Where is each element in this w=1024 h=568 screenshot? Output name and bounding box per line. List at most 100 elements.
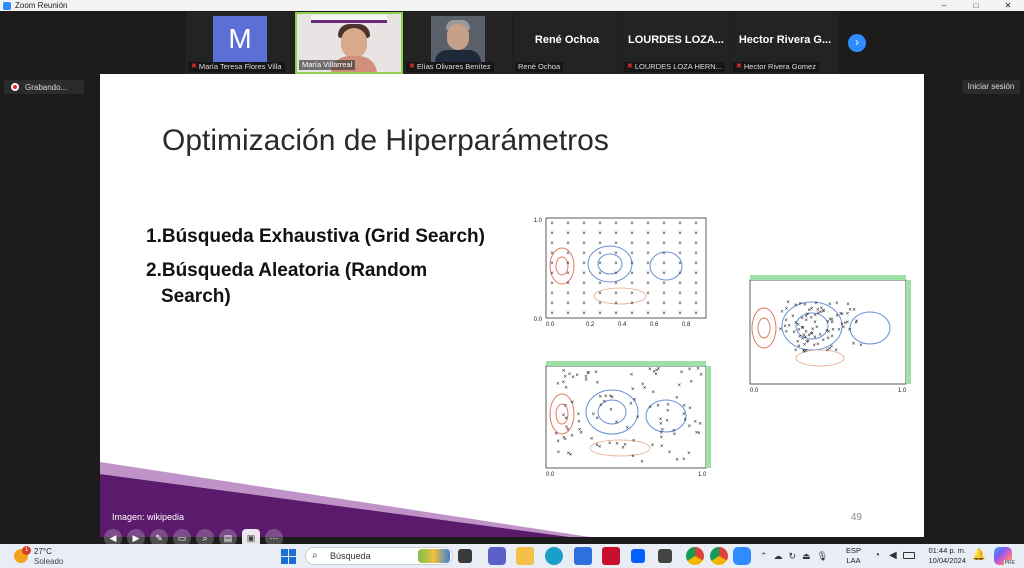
participant-tile[interactable]: Hector Rivera G... ✖ Hector Rivera Gomez <box>731 12 839 74</box>
plot-sample-mark: × <box>614 261 618 267</box>
weather-widget[interactable]: 1 27°C Soleado <box>14 546 74 566</box>
speaker-icon[interactable]: ◀ <box>889 550 897 561</box>
start-menu-icon[interactable] <box>279 547 297 565</box>
folder-icon[interactable] <box>658 549 672 563</box>
plot-sample-mark: × <box>826 336 830 342</box>
svg-text:0.0: 0.0 <box>546 472 555 478</box>
plot-sample-mark: × <box>592 412 596 418</box>
plot-sample-mark: × <box>614 291 618 297</box>
participant-tile[interactable]: René Ochoa René Ochoa <box>513 12 621 74</box>
participant-name: Hector Rivera Gomez <box>743 62 816 71</box>
participant-strip: M ✖ María Teresa Flores Villa María Vill… <box>186 12 839 74</box>
dropbox-icon[interactable] <box>631 549 645 563</box>
title-bar: Zoom Reunión – □ ✕ <box>0 0 1024 11</box>
language-indicator[interactable]: ESP LAA <box>846 546 861 566</box>
plot-sample-mark: × <box>631 454 635 460</box>
file-explorer-icon[interactable] <box>516 547 534 565</box>
plot-sample-mark: × <box>854 321 858 327</box>
plot-sample-mark: × <box>662 281 666 287</box>
plot-sample-mark: × <box>630 271 634 277</box>
plot-sample-mark: × <box>662 261 666 267</box>
plot-sample-mark: × <box>810 307 814 313</box>
preview-badge: PRE <box>1003 560 1016 566</box>
plot-sample-mark: × <box>859 343 863 349</box>
sync-icon[interactable]: ↻ <box>789 551 797 562</box>
notification-bell-icon[interactable]: 🔔 <box>972 548 986 561</box>
wifi-icon[interactable]: ◔ <box>874 550 880 561</box>
svg-text:0.0: 0.0 <box>534 317 543 323</box>
notification-badge: 1 <box>22 546 31 555</box>
plot-sample-mark: × <box>837 328 841 334</box>
svg-text:1.0: 1.0 <box>534 218 543 224</box>
plot-sample-mark: × <box>630 231 634 237</box>
plot-sample-mark: × <box>556 381 560 387</box>
plot-sample-mark: × <box>564 403 568 409</box>
plot-sample-mark: × <box>598 301 602 307</box>
plot-sample-mark: × <box>575 373 579 379</box>
teams-icon[interactable] <box>488 547 506 565</box>
plot-sample-mark: × <box>582 291 586 297</box>
plot-sample-mark: × <box>818 332 822 338</box>
plot-sample-mark: × <box>822 309 826 315</box>
plot-sample-mark: × <box>569 452 573 458</box>
plot-sample-mark: × <box>682 457 686 463</box>
next-participants-button[interactable]: › <box>848 34 866 52</box>
participant-tile[interactable]: M ✖ María Teresa Flores Villa <box>186 12 294 74</box>
microphone-icon[interactable]: 🎙 <box>817 551 828 562</box>
chrome-profile-icon[interactable] <box>710 547 728 565</box>
plot-sample-mark: × <box>694 301 698 307</box>
usb-icon[interactable]: ⏏ <box>802 551 811 562</box>
slide-page-number: 49 <box>850 512 862 523</box>
maximize-button[interactable]: □ <box>960 0 992 11</box>
plot-sample-mark: × <box>662 301 666 307</box>
copilot-icon[interactable]: PRE <box>994 547 1016 566</box>
plot-sample-mark: × <box>566 291 570 297</box>
plot-sample-mark: × <box>646 241 650 247</box>
chrome-icon[interactable] <box>686 547 704 565</box>
plot-sample-mark: × <box>615 442 619 448</box>
participant-tile-speaking[interactable]: María Villarreal <box>295 12 403 74</box>
edge-icon[interactable] <box>545 547 563 565</box>
recording-indicator[interactable]: Grabando... <box>4 80 84 94</box>
plot-sample-mark: × <box>697 431 701 437</box>
plot-sample-mark: × <box>646 301 650 307</box>
zoom-taskbar-icon[interactable] <box>733 547 751 565</box>
close-button[interactable]: ✕ <box>992 0 1024 11</box>
participant-tile[interactable]: ✖ Elías Olivares Benítez <box>404 12 512 74</box>
system-clock[interactable]: 01:44 p. m. 10/04/2024 <box>924 546 966 566</box>
plot-sample-mark: × <box>582 241 586 247</box>
plot-sample-mark: × <box>678 231 682 237</box>
plot-sample-mark: × <box>646 311 650 317</box>
plot-sample-mark: × <box>835 301 839 307</box>
plot-sample-mark: × <box>630 291 634 297</box>
system-tray: ⌃ ☁ ↻ ⏏ 🎙 <box>760 547 828 565</box>
bullet-continuation: Search) <box>161 286 231 307</box>
plot-sample-mark: × <box>621 446 625 452</box>
cloud-icon[interactable]: ☁ <box>774 551 783 562</box>
plot-sample-mark: × <box>609 394 613 400</box>
minimize-button[interactable]: – <box>928 0 960 11</box>
participant-tile[interactable]: LOURDES LOZA... ✖ LOURDES LOZA HERN... <box>622 12 730 74</box>
task-view-icon[interactable] <box>458 549 472 563</box>
participant-name: René Ochoa <box>518 62 561 71</box>
plot-sample-mark: × <box>803 343 807 349</box>
chevron-up-icon[interactable]: ⌃ <box>760 551 768 562</box>
plot-sample-mark: × <box>584 377 588 383</box>
plot-sample-mark: × <box>852 341 856 347</box>
bullet-item: 1.Búsqueda Exhaustiva (Grid Search) <box>146 224 485 250</box>
plot-sample-mark: × <box>831 328 835 334</box>
svg-text:0.4: 0.4 <box>618 322 627 328</box>
store-icon[interactable] <box>574 547 592 565</box>
plot-sample-mark: × <box>835 313 839 319</box>
plot-sample-mark: × <box>582 251 586 257</box>
plot-sample-mark: × <box>693 420 697 426</box>
taskbar-search-box[interactable]: ⌕ Búsqueda <box>305 547 453 565</box>
plot-sample-mark: × <box>598 231 602 237</box>
mcafee-icon[interactable] <box>602 547 620 565</box>
sign-in-button[interactable]: Iniciar sesión <box>962 80 1020 94</box>
plot-sample-mark: × <box>566 231 570 237</box>
participant-name-tag: María Villarreal <box>299 60 356 70</box>
plot-sample-mark: × <box>678 291 682 297</box>
plot-sample-mark: × <box>682 412 686 418</box>
battery-icon[interactable] <box>903 552 915 559</box>
